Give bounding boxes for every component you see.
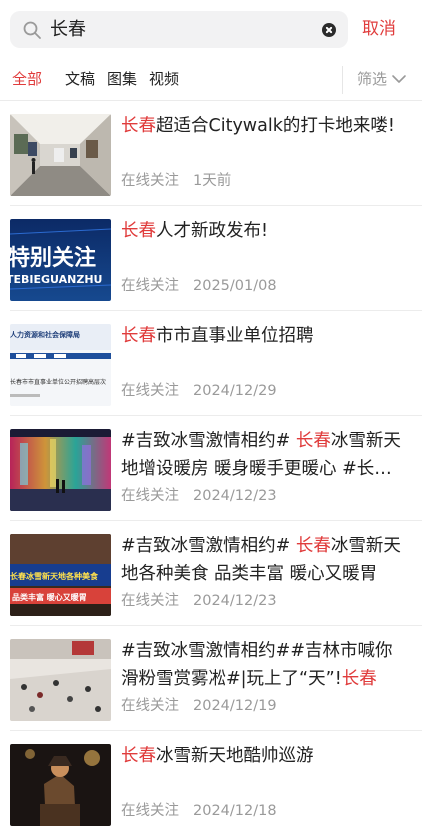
news-time: 2024/12/23	[193, 488, 277, 504]
news-title: 长春冰雪新天地酷帅巡游	[121, 746, 314, 766]
news-title: 长春超适合Citywalk的打卡地来喽!	[121, 116, 395, 136]
food-title-text: 长春冰雪新天地各种美食	[10, 571, 99, 581]
thumbnail-food-banner: 长春冰雪新天地各种美食 品类丰富 暖心又暖胃	[10, 534, 111, 616]
news-title: #吉致冰雪激情相约# 长春冰雪新天地增设暖房 暖身暖手更暖心 #长春冰雪新天地#	[121, 431, 401, 479]
tab-articles[interactable]: 文稿	[65, 60, 95, 98]
news-meta: 在线关注 2024/12/29	[121, 381, 277, 401]
news-meta: 在线关注 2025/01/08	[121, 276, 277, 296]
thumbnail-tebieguanzhu-banner: 特别关注 TEBIEGUANZHU	[10, 219, 111, 301]
news-meta: 在线关注 2024/12/18	[121, 801, 277, 821]
list-item[interactable]: #吉致冰雪激情相约# 长春冰雪新天地增设暖房 暖身暖手更暖心 #长春冰雪新天地#…	[0, 416, 422, 521]
news-source: 在线关注	[121, 278, 179, 294]
news-time: 1天前	[193, 173, 232, 189]
filter-label: 筛选	[357, 70, 388, 88]
list-item[interactable]: 长春超适合Citywalk的打卡地来喽! 在线关注 1天前	[0, 101, 422, 206]
news-time: 2025/01/08	[193, 278, 277, 294]
filter-button[interactable]: 筛选	[342, 66, 422, 94]
news-source: 在线关注	[121, 488, 179, 504]
thumbnail-parade-horse	[10, 744, 111, 826]
news-source: 在线关注	[121, 698, 179, 714]
search-query: 长春	[50, 19, 86, 40]
tab-videos[interactable]: 视频	[149, 60, 179, 98]
cancel-button[interactable]: 取消	[362, 11, 396, 48]
news-source: 在线关注	[121, 383, 179, 399]
food-subtitle-text: 品类丰富 暖心又暖胃	[12, 592, 87, 602]
search-bar: 长春 取消	[0, 0, 422, 60]
list-item[interactable]: 特别关注 TEBIEGUANZHU 长春人才新政发布! 在线关注 2025/01/…	[0, 206, 422, 311]
news-title: #吉致冰雪激情相约# 长春冰雪新天地各种美食 品类丰富 暖心又暖胃	[121, 536, 401, 584]
thumbnail-ski-crowd	[10, 639, 111, 721]
list-item[interactable]: #吉致冰雪激情相约##吉林市喊你滑粉雪赏雾凇#|玩上了“天”!长春 在线关注 20…	[0, 626, 422, 731]
news-meta: 在线关注 2024/12/23	[121, 486, 277, 506]
news-meta: 在线关注 1天前	[121, 171, 231, 191]
news-title: 长春市市直事业单位招聘	[121, 326, 314, 346]
search-icon	[23, 21, 41, 39]
list-item[interactable]: 人力资源和社会保障局 长春市市直事业单位公开招聘高层次 长春市市直事业单位招聘 …	[0, 311, 422, 416]
news-time: 2024/12/18	[193, 803, 277, 819]
thumbnail-ice-lights	[10, 429, 111, 511]
news-time: 2024/12/29	[193, 383, 277, 399]
news-meta: 在线关注 2024/12/19	[121, 696, 277, 716]
search-input[interactable]: 长春	[10, 11, 348, 48]
notice-line-text: 长春市市直事业单位公开招聘高层次	[10, 378, 106, 386]
news-list: 长春超适合Citywalk的打卡地来喽! 在线关注 1天前 特别关注 TEBIEG…	[0, 101, 422, 834]
banner-subtext: TEBIEGUANZHU	[10, 273, 102, 286]
list-item[interactable]: 长春冰雪新天地酷帅巡游 在线关注 2024/12/18	[0, 731, 422, 834]
chevron-down-icon	[392, 75, 406, 83]
news-title: 长春人才新政发布!	[121, 221, 269, 241]
news-source: 在线关注	[121, 593, 179, 609]
news-title: #吉致冰雪激情相约##吉林市喊你滑粉雪赏雾凇#|玩上了“天”!长春	[121, 641, 393, 689]
list-item[interactable]: 长春冰雪新天地各种美食 品类丰富 暖心又暖胃 #吉致冰雪激情相约# 长春冰雪新天…	[0, 521, 422, 626]
news-meta: 在线关注 2024/12/23	[121, 591, 277, 611]
tab-albums[interactable]: 图集	[107, 60, 137, 98]
clear-icon[interactable]	[322, 23, 336, 37]
banner-text: 特别关注	[10, 245, 96, 271]
thumbnail-recruitment-notice: 人力资源和社会保障局 长春市市直事业单位公开招聘高层次	[10, 324, 111, 406]
news-source: 在线关注	[121, 173, 179, 189]
thumbnail-gallery-hall	[10, 114, 111, 196]
news-source: 在线关注	[121, 803, 179, 819]
news-time: 2024/12/23	[193, 593, 277, 609]
notice-header-text: 人力资源和社会保障局	[10, 330, 80, 339]
tab-all[interactable]: 全部	[12, 60, 42, 98]
news-time: 2024/12/19	[193, 698, 277, 714]
filter-tabs: 全部 文稿 图集 视频 筛选	[0, 60, 422, 102]
